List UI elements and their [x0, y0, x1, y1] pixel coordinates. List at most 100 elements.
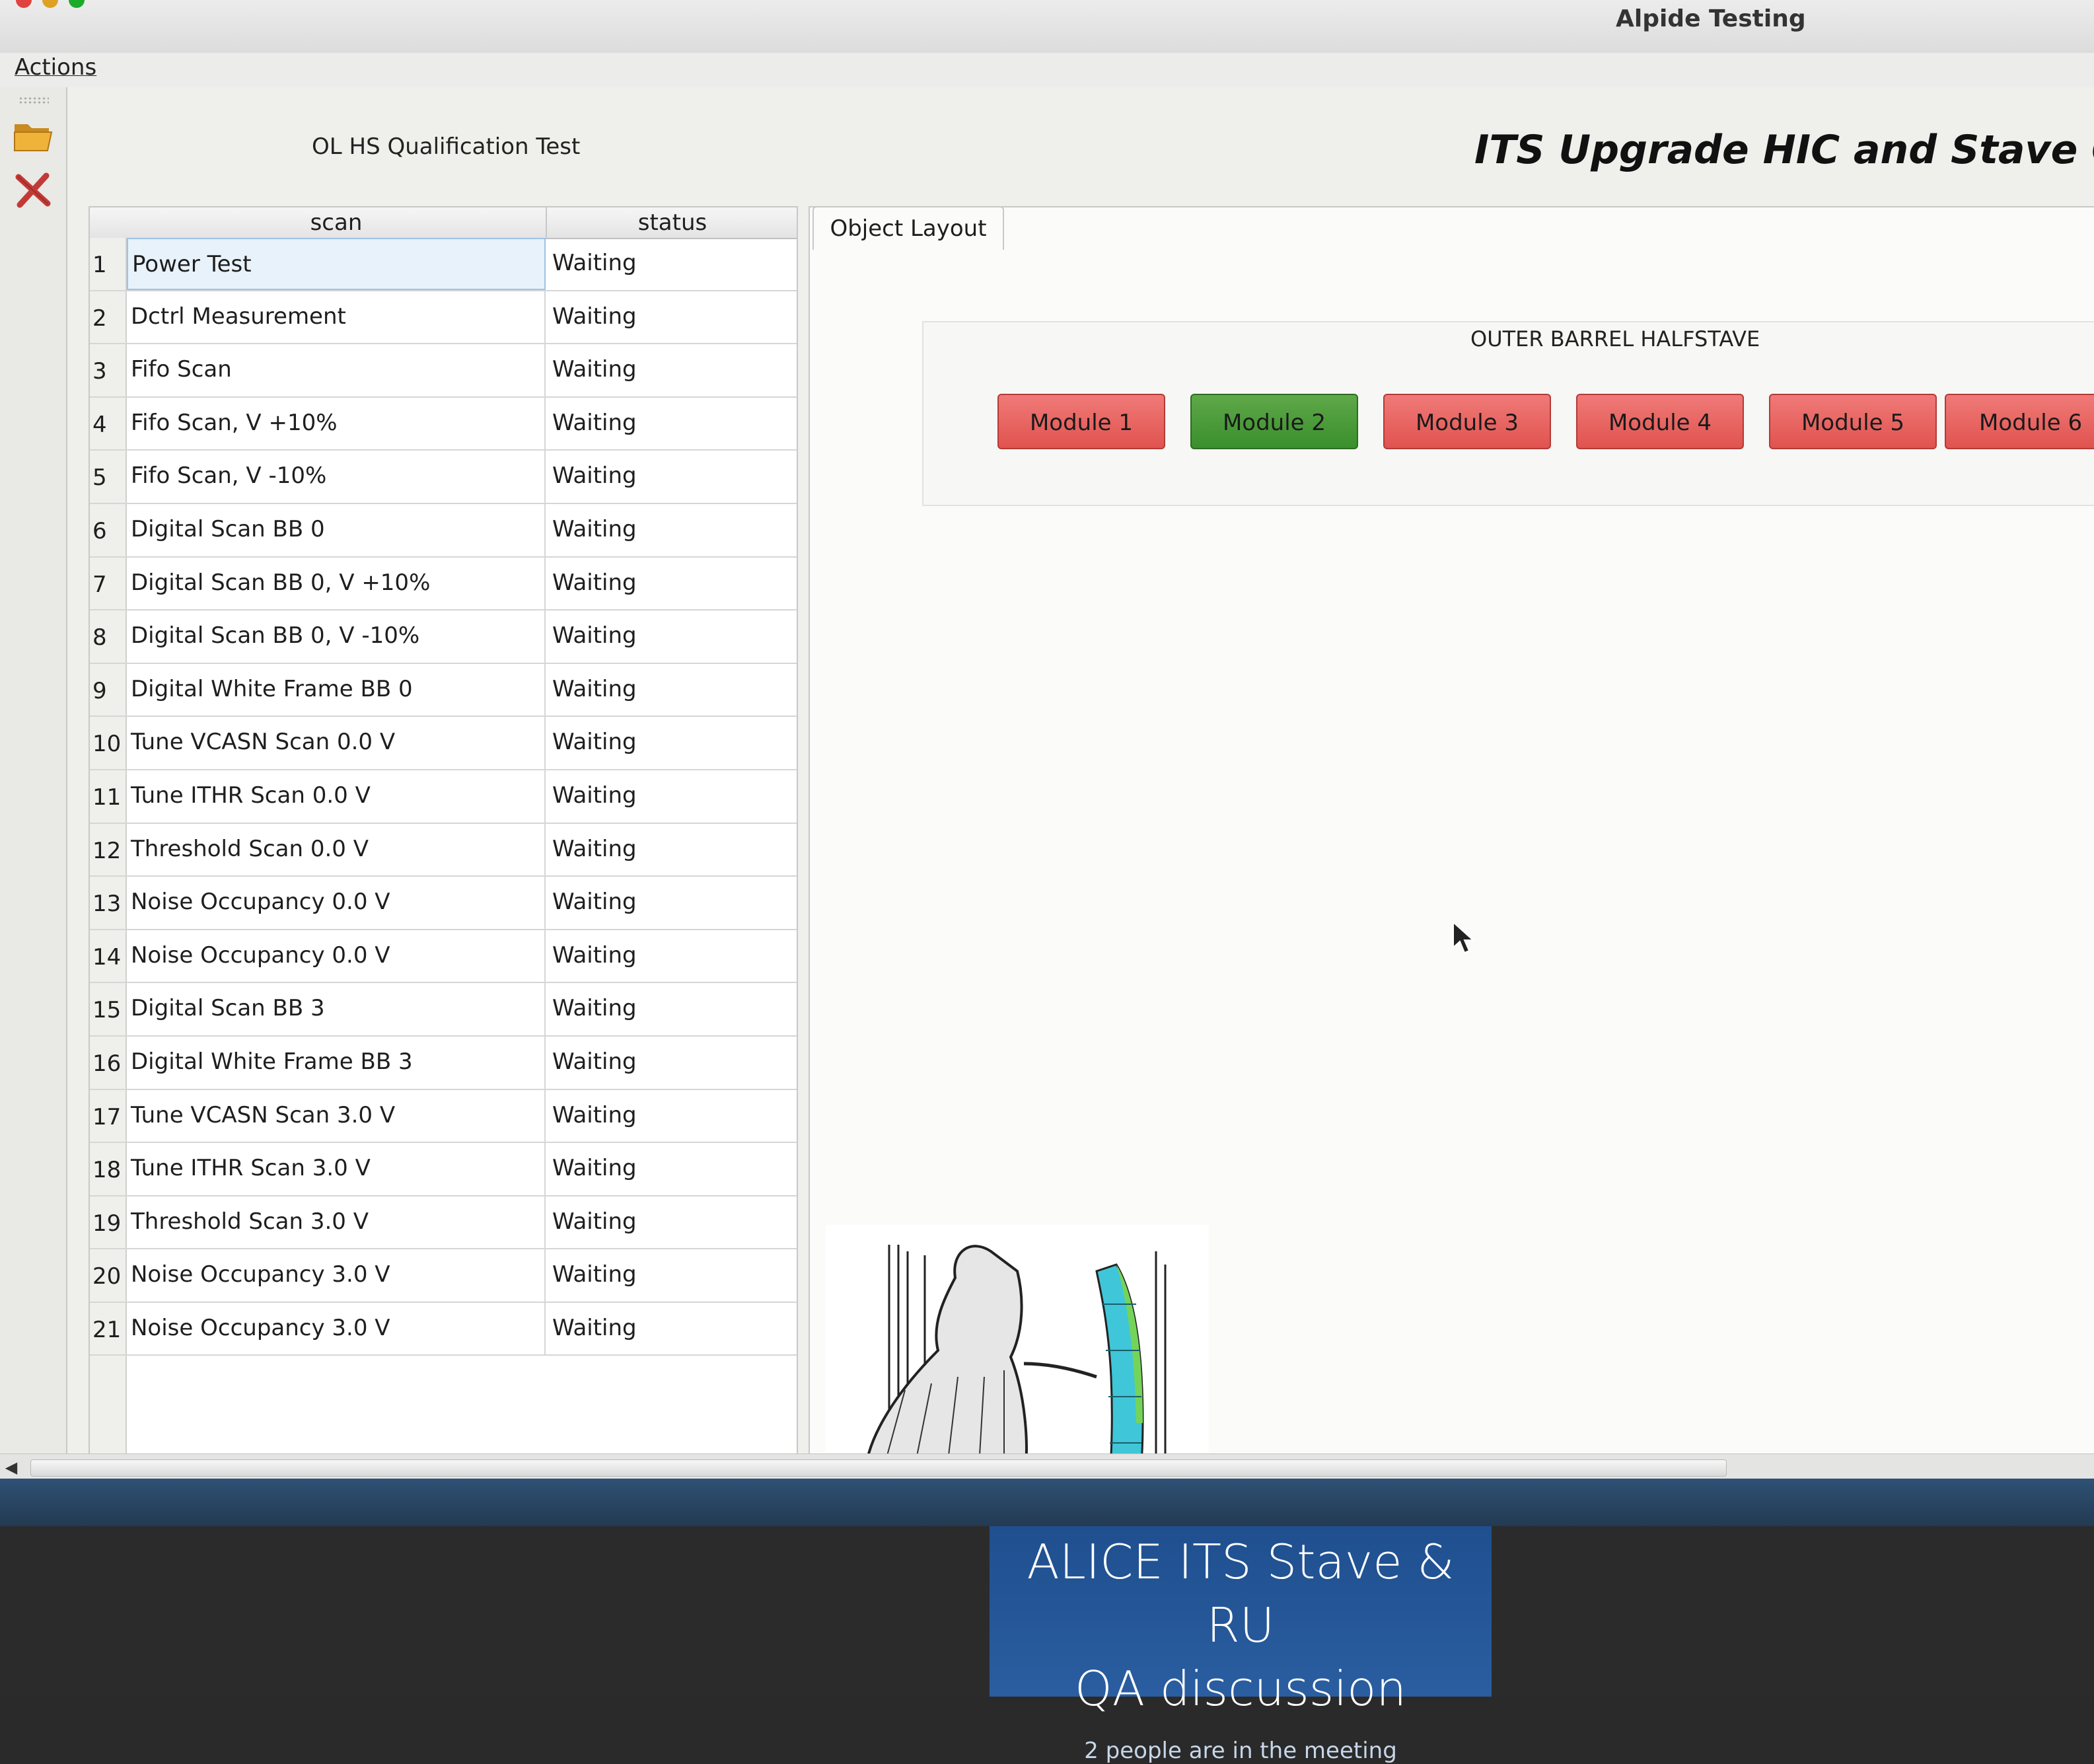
table-row[interactable]: 5 Fifo Scan, V -10% Waiting	[90, 451, 797, 504]
menubar: Actions	[0, 53, 2094, 88]
status-cell[interactable]: Waiting	[547, 451, 797, 503]
module-3-button[interactable]: Module 3	[1383, 394, 1551, 449]
table-row[interactable]: 17 Tune VCASN Scan 3.0 V Waiting	[90, 1089, 797, 1144]
row-number: 14	[92, 943, 122, 971]
status-cell[interactable]: Waiting	[547, 610, 797, 663]
scan-cell[interactable]: Noise Occupancy 0.0 V	[127, 930, 546, 982]
scan-cell[interactable]: Digital Scan BB 0, V +10%	[127, 557, 546, 610]
status-cell[interactable]: Waiting	[547, 983, 797, 1035]
row-number: 2	[92, 305, 107, 332]
module-4-button[interactable]: Module 4	[1576, 394, 1744, 449]
table-row[interactable]: 19 Threshold Scan 3.0 V Waiting	[90, 1196, 797, 1250]
table-row[interactable]: 18 Tune ITHR Scan 3.0 V Waiting	[90, 1143, 797, 1196]
scan-cell[interactable]: Noise Occupancy 3.0 V	[127, 1302, 546, 1355]
scan-cell[interactable]: Tune VCASN Scan 3.0 V	[127, 1089, 546, 1142]
table-row[interactable]: 9 Digital White Frame BB 0 Waiting	[90, 663, 797, 717]
table-row[interactable]: 15 Digital Scan BB 3 Waiting	[90, 983, 797, 1037]
scrollbar-thumb[interactable]	[30, 1459, 1727, 1477]
scan-cell[interactable]: Noise Occupancy 3.0 V	[127, 1249, 546, 1302]
scan-cell[interactable]: Dctrl Measurement	[127, 291, 546, 344]
scan-cell[interactable]: Digital White Frame BB 3	[127, 1036, 546, 1089]
scan-cell[interactable]: Digital Scan BB 3	[127, 983, 546, 1035]
scan-cell[interactable]: Tune ITHR Scan 3.0 V	[127, 1143, 546, 1195]
status-cell[interactable]: Waiting	[547, 664, 797, 716]
window-minimize-button[interactable]	[42, 0, 58, 8]
scroll-left-arrow-icon[interactable]: ◀	[3, 1458, 20, 1477]
menu-actions[interactable]: Actions	[15, 54, 96, 81]
window-close-button[interactable]	[16, 0, 32, 8]
status-cell[interactable]: Waiting	[547, 398, 797, 450]
status-cell[interactable]: Waiting	[547, 824, 797, 876]
table-row[interactable]: 2 Dctrl Measurement Waiting	[90, 291, 797, 345]
module-1-button[interactable]: Module 1	[997, 394, 1165, 449]
table-row[interactable]: 1 Power Test Waiting	[90, 238, 797, 291]
window-maximize-button[interactable]	[69, 0, 85, 8]
scan-cell[interactable]: Digital Scan BB 0, V -10%	[127, 610, 546, 663]
status-cell[interactable]: Waiting	[547, 344, 797, 396]
meeting-participants: 2 people are in the meeting	[1084, 1738, 1397, 1764]
toolbar-grip[interactable]	[18, 96, 49, 104]
table-row[interactable]: 14 Noise Occupancy 0.0 V Waiting	[90, 930, 797, 984]
status-cell[interactable]: Waiting	[547, 238, 797, 290]
table-row[interactable]: 21 Noise Occupancy 3.0 V Waiting	[90, 1302, 797, 1356]
module-2-button[interactable]: Module 2	[1190, 394, 1358, 449]
scan-cell[interactable]: Tune VCASN Scan 0.0 V	[127, 717, 546, 769]
table-row[interactable]: 7 Digital Scan BB 0, V +10% Waiting	[90, 557, 797, 611]
module-5-button[interactable]: Module 5	[1769, 394, 1937, 449]
meeting-tile: ALICE ITS Stave & RU QA discussion 2 peo…	[990, 1526, 1492, 1764]
column-header-status[interactable]: status	[547, 207, 797, 238]
table-row[interactable]: 8 Digital Scan BB 0, V -10% Waiting	[90, 610, 797, 664]
scan-cell[interactable]: Threshold Scan 3.0 V	[127, 1196, 546, 1249]
row-number: 1	[92, 252, 107, 278]
row-number: 17	[92, 1103, 122, 1130]
scan-cell[interactable]: Fifo Scan, V +10%	[127, 397, 546, 450]
scan-cell[interactable]: Fifo Scan, V -10%	[127, 451, 546, 503]
status-cell[interactable]: Waiting	[547, 1249, 797, 1302]
desktop-strip	[0, 1479, 2094, 1526]
app-title: ITS Upgrade HIC and Stave Cha	[1474, 127, 2094, 173]
status-cell[interactable]: Waiting	[547, 558, 797, 610]
status-cell[interactable]: Waiting	[547, 770, 797, 823]
row-number: 18	[92, 1157, 122, 1184]
scan-cell[interactable]: Tune ITHR Scan 0.0 V	[127, 770, 546, 823]
table-row[interactable]: 4 Fifo Scan, V +10% Waiting	[90, 397, 797, 451]
status-cell[interactable]: Waiting	[547, 1303, 797, 1355]
scan-cell[interactable]: Digital Scan BB 0	[127, 503, 546, 556]
tab-object-layout[interactable]: Object Layout	[812, 206, 1004, 250]
status-cell[interactable]: Waiting	[547, 1037, 797, 1089]
column-header-scan[interactable]: scan	[127, 207, 547, 238]
table-row[interactable]: 13 Noise Occupancy 0.0 V Waiting	[90, 877, 797, 930]
row-number: 9	[92, 677, 107, 704]
row-number: 8	[92, 624, 107, 651]
horizontal-scrollbar[interactable]: ◀	[0, 1453, 2094, 1479]
scan-cell[interactable]: Digital White Frame BB 0	[127, 663, 546, 716]
row-number: 13	[92, 891, 122, 918]
table-row[interactable]: 3 Fifo Scan Waiting	[90, 344, 797, 398]
scan-cell[interactable]: Power Test	[127, 238, 546, 290]
halfstave-title: OUTER BARREL HALFSTAVE	[1470, 326, 1760, 351]
status-cell[interactable]: Waiting	[547, 504, 797, 556]
close-x-icon[interactable]	[12, 169, 54, 211]
status-cell[interactable]: Waiting	[547, 877, 797, 929]
meeting-title-line2: QA discussion	[1075, 1661, 1406, 1716]
table-row[interactable]: 12 Threshold Scan 0.0 V Waiting	[90, 823, 797, 877]
table-row[interactable]: 11 Tune ITHR Scan 0.0 V Waiting	[90, 770, 797, 824]
scan-cell[interactable]: Fifo Scan	[127, 344, 546, 396]
table-row[interactable]: 20 Noise Occupancy 3.0 V Waiting	[90, 1249, 797, 1303]
row-number: 11	[92, 784, 122, 811]
status-cell[interactable]: Waiting	[547, 1143, 797, 1195]
status-cell[interactable]: Waiting	[547, 930, 797, 982]
scan-cell[interactable]: Noise Occupancy 0.0 V	[127, 877, 546, 929]
folder-open-icon[interactable]	[12, 114, 54, 156]
status-cell[interactable]: Waiting	[547, 291, 797, 344]
status-cell[interactable]: Waiting	[547, 1196, 797, 1249]
table-row[interactable]: 16 Digital White Frame BB 3 Waiting	[90, 1036, 797, 1090]
scan-table[interactable]: scan status 1 Power Test Waiting 2 Dctrl Mea…	[89, 206, 798, 1455]
status-cell[interactable]: Waiting	[547, 1090, 797, 1142]
window-titlebar: Alpide Testing	[0, 0, 2094, 54]
module-6-button[interactable]: Module 6	[1945, 394, 2094, 449]
scan-cell[interactable]: Threshold Scan 0.0 V	[127, 823, 546, 876]
table-row[interactable]: 10 Tune VCASN Scan 0.0 V Waiting	[90, 717, 797, 770]
status-cell[interactable]: Waiting	[547, 717, 797, 769]
table-row[interactable]: 6 Digital Scan BB 0 Waiting	[90, 503, 797, 558]
